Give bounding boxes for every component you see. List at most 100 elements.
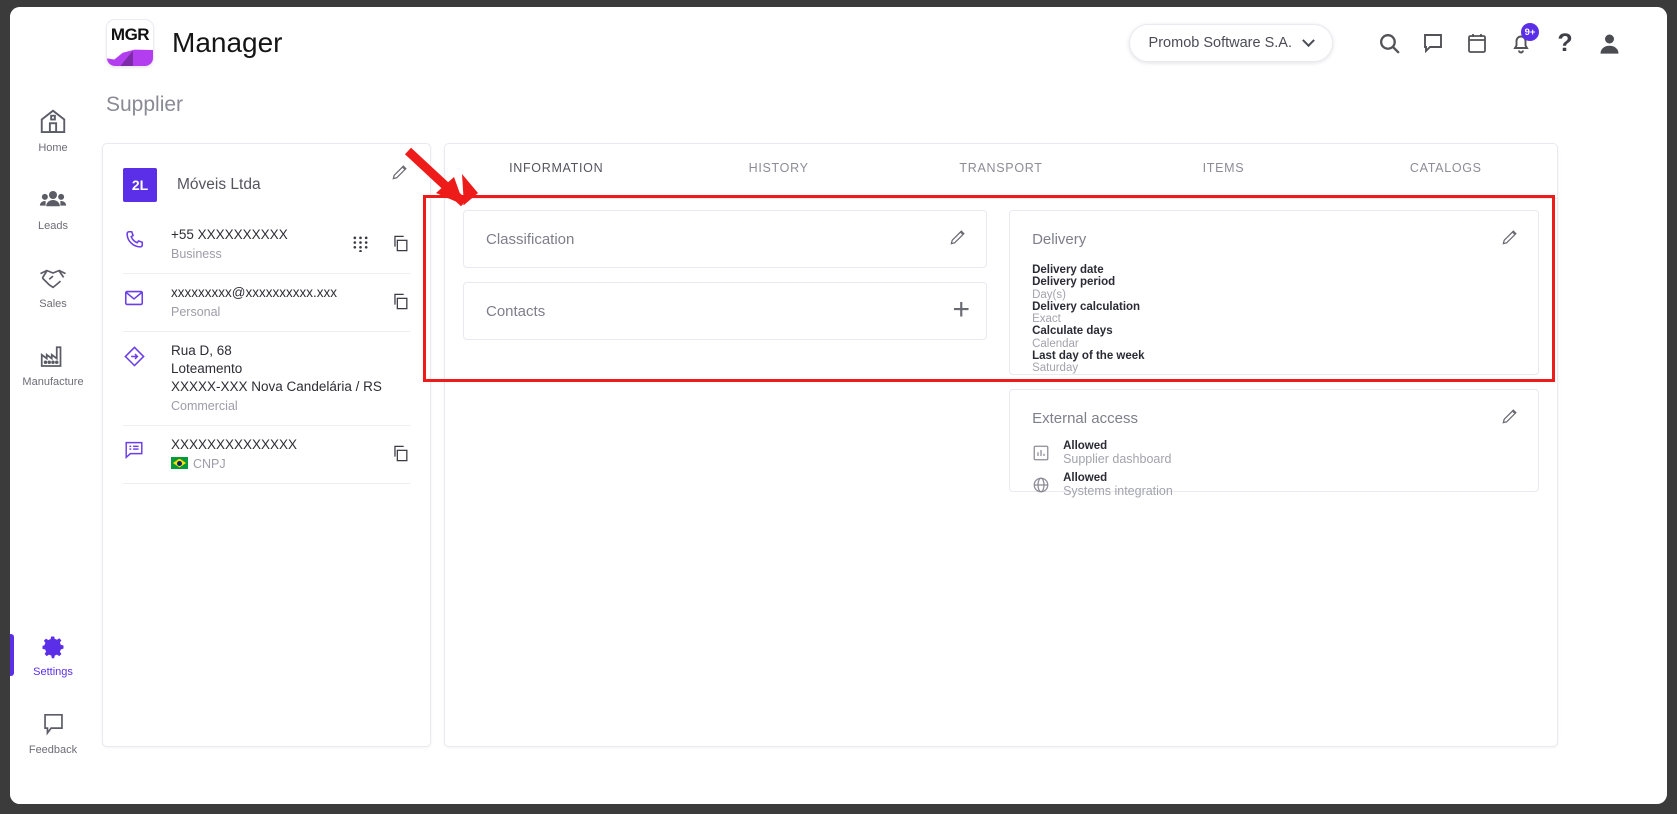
chevron-down-icon <box>1302 33 1315 47</box>
tab-divider <box>445 198 1557 199</box>
sidebar-item-sales[interactable]: Sales <box>10 247 96 325</box>
chat-icon[interactable] <box>1411 21 1455 65</box>
tab-catalogs[interactable]: CATALOGS <box>1335 144 1557 192</box>
list-item-actions <box>391 436 410 468</box>
supplier-summary-card: 2L Móveis Ltda +55 XXXXXXXXXX Business x… <box>102 143 431 747</box>
tab-transport[interactable]: TRANSPORT <box>890 144 1112 192</box>
external-access-label: Systems integration <box>1063 483 1173 498</box>
sidebar-item-leads[interactable]: Leads <box>10 169 96 247</box>
delivery-field-value: Day(s) <box>1032 288 1066 301</box>
tab-bar: INFORMATION HISTORY TRANSPORT ITEMS CATA… <box>445 144 1557 199</box>
delivery-field-key: Calculate days <box>1032 325 1113 338</box>
app-header: MGR Manager Promob Software S.A. 9+ ? <box>10 7 1667 79</box>
sidebar-item-sales-label: Sales <box>39 297 67 310</box>
phone-icon <box>123 226 149 256</box>
external-access-rows: Allowed Supplier dashboard Allowed Syste… <box>1032 440 1516 498</box>
edit-supplier-button[interactable] <box>390 162 410 187</box>
app-window: MGR Manager Promob Software S.A. 9+ ? Ho… <box>10 7 1667 804</box>
left-column: Classification Contacts + <box>463 210 988 746</box>
cnpj-label-text: CNPJ <box>193 457 226 471</box>
sidebar-item-feedback[interactable]: Feedback <box>10 694 96 772</box>
edit-external-access-button[interactable] <box>1500 406 1520 431</box>
delivery-field-key: Delivery period <box>1032 276 1116 289</box>
handshake-icon <box>40 269 66 288</box>
copy-icon[interactable] <box>391 444 410 468</box>
external-access-title: External access <box>1032 410 1138 427</box>
sidebar-item-home[interactable]: Home <box>10 91 96 169</box>
address-line-1: Rua D, 68 <box>171 343 232 358</box>
tab-history[interactable]: HISTORY <box>667 144 889 192</box>
edit-delivery-button[interactable] <box>1500 227 1520 252</box>
information-tab-content: Classification Contacts + Delivery Deliv… <box>445 204 1557 746</box>
email-value: xxxxxxxxx@xxxxxxxxxx.xxx <box>171 285 337 300</box>
logo-text: MGR <box>110 25 150 44</box>
supplier-contact-rows: +55 XXXXXXXXXX Business xxxxxxxxx@xxxxxx… <box>103 216 430 484</box>
external-access-card: External access Allowed Supplier dashboa… <box>1009 389 1539 497</box>
calendar-icon[interactable] <box>1455 21 1499 65</box>
header-actions: Promob Software S.A. 9+ ? <box>1128 21 1667 65</box>
external-access-label: Supplier dashboard <box>1063 451 1172 466</box>
feedback-icon <box>43 713 63 736</box>
help-icon[interactable]: ? <box>1543 21 1587 65</box>
mgr-logo-icon: MGR <box>106 19 154 67</box>
account-icon[interactable] <box>1587 21 1631 65</box>
avatar: 2L <box>123 168 157 202</box>
brand: MGR Manager <box>106 19 283 67</box>
delivery-field-key: Last day of the week <box>1032 350 1145 363</box>
list-item: Rua D, 68 Loteamento XXXXX-XXX Nova Cand… <box>123 332 410 426</box>
brazil-flag-icon <box>171 457 188 469</box>
address-line-2: Loteamento <box>171 361 243 376</box>
tab-information[interactable]: INFORMATION <box>445 144 667 198</box>
list-item-text: Allowed Supplier dashboard <box>1063 440 1171 466</box>
delivery-field-key: Delivery date <box>1032 264 1104 276</box>
globe-icon <box>1032 476 1050 494</box>
classification-title: Classification <box>486 231 575 248</box>
gear-icon <box>42 636 64 658</box>
list-item: XXXXXXXXXXXXXX CNPJ <box>123 426 410 484</box>
bell-icon[interactable]: 9+ <box>1499 21 1543 65</box>
edit-classification-button[interactable] <box>948 227 968 252</box>
classification-card: Classification <box>463 210 988 268</box>
list-item-text: XXXXXXXXXXXXXX CNPJ <box>149 436 391 471</box>
contacts-card: Contacts + <box>463 282 988 340</box>
add-contact-button[interactable]: + <box>953 295 971 325</box>
delivery-card: Delivery Delivery date Delivery period D… <box>1009 210 1539 375</box>
tab-items[interactable]: ITEMS <box>1112 144 1334 192</box>
document-icon <box>123 436 149 466</box>
list-item: Allowed Supplier dashboard <box>1032 440 1516 466</box>
notification-badge: 9+ <box>1521 23 1539 41</box>
address-icon <box>123 342 149 373</box>
supplier-header: 2L Móveis Ltda <box>103 144 430 202</box>
sidebar-item-leads-label: Leads <box>38 219 68 232</box>
list-item-text: Allowed Systems integration <box>1063 472 1173 498</box>
chart-icon <box>1032 444 1050 462</box>
org-selector[interactable]: Promob Software S.A. <box>1128 24 1333 62</box>
sidebar-item-manufacture[interactable]: Manufacture <box>10 325 96 403</box>
help-icon-glyph: ? <box>1557 28 1573 57</box>
search-icon[interactable] <box>1367 21 1411 65</box>
delivery-fields: Delivery date Delivery period Day(s) Del… <box>1032 264 1516 375</box>
factory-icon <box>40 345 62 367</box>
dialpad-icon[interactable] <box>352 235 369 257</box>
sidebar-item-feedback-label: Feedback <box>28 744 78 756</box>
delivery-field-value: Calendar <box>1032 337 1079 350</box>
delivery-field-value: Exact <box>1032 313 1061 326</box>
list-item-actions <box>352 226 410 258</box>
external-access-status: Allowed <box>1063 472 1108 484</box>
supplier-name: Móveis Ltda <box>177 176 261 193</box>
phone-value: +55 XXXXXXXXXX <box>171 227 288 242</box>
cnpj-value: XXXXXXXXXXXXXX <box>171 437 298 452</box>
email-label: Personal <box>171 305 221 319</box>
list-item-text: +55 XXXXXXXXXX Business <box>149 226 352 261</box>
list-item-actions <box>391 284 410 316</box>
app-title: Manager <box>172 27 283 58</box>
list-item-text: Rua D, 68 Loteamento XXXXX-XXX Nova Cand… <box>149 342 410 413</box>
sidebar-item-settings-label: Settings <box>33 665 73 678</box>
sidebar-item-settings[interactable]: Settings <box>10 616 96 694</box>
copy-icon[interactable] <box>391 292 410 316</box>
sidebar-item-home-label: Home <box>38 141 68 154</box>
email-icon <box>123 284 149 314</box>
list-item: xxxxxxxxx@xxxxxxxxxx.xxx Personal <box>123 274 410 332</box>
sidebar-item-manufacture-label: Manufacture <box>22 375 84 388</box>
copy-icon[interactable] <box>391 234 410 258</box>
